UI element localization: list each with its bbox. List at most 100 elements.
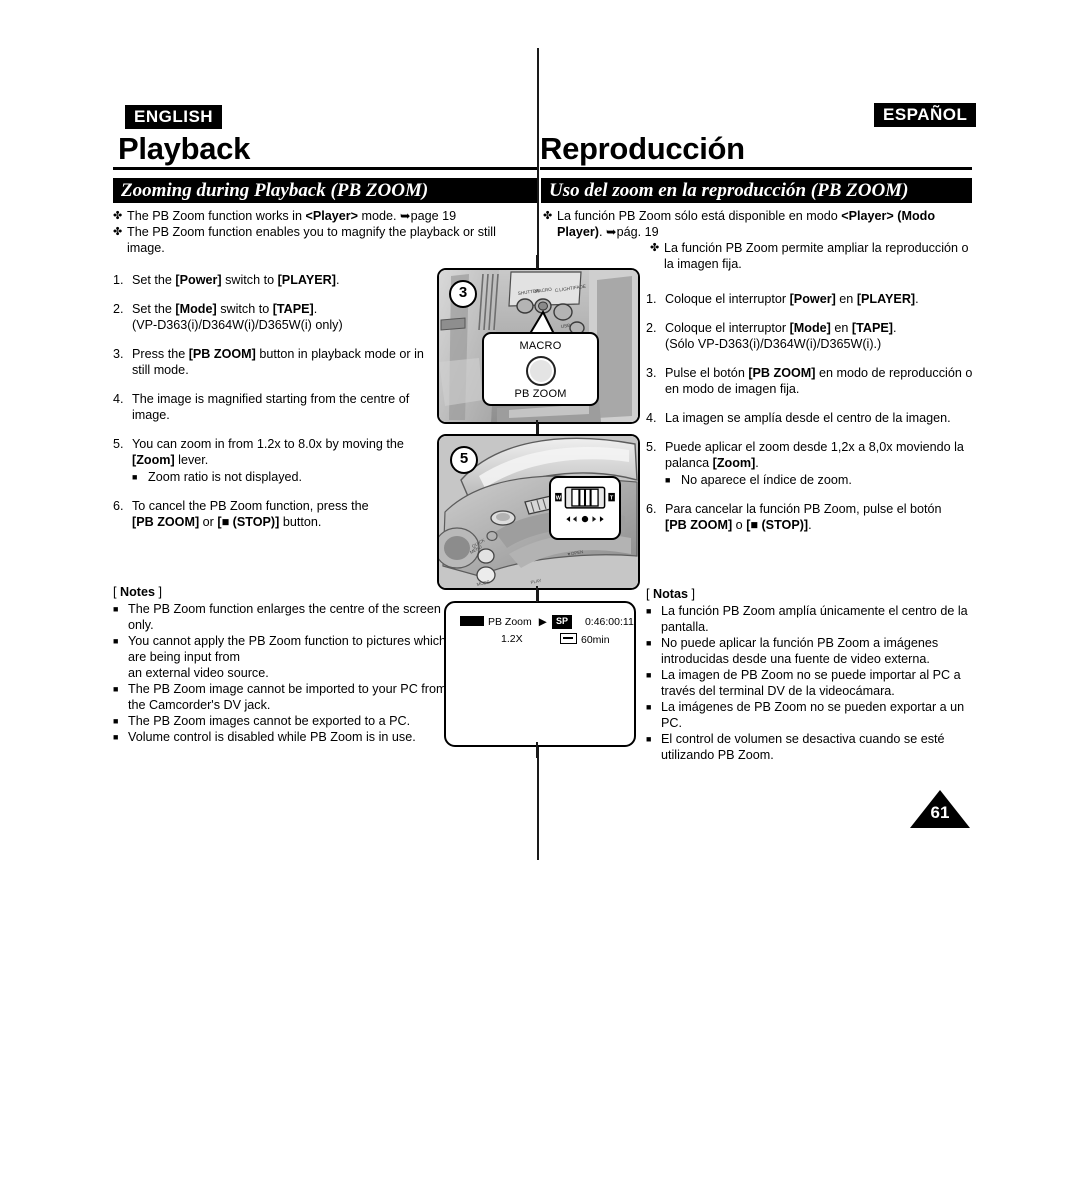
- bullet-text: The PB Zoom function enables you to magn…: [127, 225, 496, 255]
- svg-text:W: W: [556, 496, 562, 502]
- connector-tick: [536, 586, 538, 602]
- figure-5-step-badge: 5: [450, 446, 478, 474]
- rule-spanish: [540, 167, 972, 170]
- play-indicator-icon: ▶: [538, 616, 547, 628]
- note-item: ■ La función PB Zoom amplía únicamente e…: [646, 603, 976, 635]
- steps-english: 1. Set the [Power] switch to [PLAYER]. 2…: [113, 272, 428, 543]
- clover-bullet-icon: ✤: [650, 242, 660, 254]
- note-text: Volume control is disabled while PB Zoom…: [128, 730, 416, 744]
- figure-5-zoom-lever: QUICK MENU MODE PLAY ▼OPEN W T 5: [437, 434, 640, 590]
- bullet-item: ✤ La función PB Zoom permite ampliar la …: [650, 240, 975, 272]
- clover-bullet-icon: ✤: [113, 226, 123, 238]
- step-text: Press the [PB ZOOM] button in playback m…: [132, 347, 424, 377]
- substep-text: Zoom ratio is not displayed.: [148, 470, 302, 484]
- intro-bullets-english: ✤ The PB Zoom function works in <Player>…: [113, 208, 533, 256]
- figure-5-callout-bubble: W T: [549, 476, 621, 540]
- step-text: You can zoom in from 1.2x to 8.0x by mov…: [132, 436, 428, 485]
- note-text: La imagen de PB Zoom no se puede importa…: [661, 668, 961, 698]
- note-item: ■ La imágenes de PB Zoom no se pueden ex…: [646, 699, 976, 731]
- note-item: ■ No puede aplicar la función PB Zoom a …: [646, 635, 976, 667]
- step-item: 3. Press the [PB ZOOM] button in playbac…: [113, 346, 428, 378]
- step-number: 5.: [646, 440, 657, 454]
- note-text: El control de volumen se desactiva cuand…: [661, 732, 945, 762]
- callout-label-pbzoom: PB ZOOM: [514, 388, 567, 400]
- step-item: 1. Set the [Power] switch to [PLAYER].: [113, 272, 428, 288]
- square-bullet-icon: ■: [113, 636, 119, 646]
- notes-heading: [ Notas ]: [646, 587, 695, 601]
- note-text: La imágenes de PB Zoom no se pueden expo…: [661, 700, 965, 730]
- square-bullet-icon: ■: [646, 606, 652, 616]
- step-number: 6.: [646, 502, 657, 516]
- chapter-title-english: Playback: [118, 131, 251, 166]
- step-text: Pulse el botón [PB ZOOM] en modo de repr…: [665, 366, 973, 396]
- step-item: 5. You can zoom in from 1.2x to 8.0x by …: [113, 436, 428, 485]
- connector-tick: [536, 742, 538, 758]
- lcd-zoom-ratio: 1.2X: [501, 633, 523, 645]
- note-item: ■ You cannot apply the PB Zoom function …: [113, 633, 453, 681]
- notes-heading: [ Notes ]: [113, 585, 162, 599]
- figure-3-step-badge: 3: [449, 280, 477, 308]
- bullet-item: ✤ The PB Zoom function enables you to ma…: [113, 224, 533, 256]
- step-item: 6. Para cancelar la función PB Zoom, pul…: [646, 501, 976, 533]
- substep-item: ■ Zoom ratio is not displayed.: [132, 469, 428, 485]
- step-text: Set the [Power] switch to [PLAYER].: [132, 273, 340, 287]
- step-number: 4.: [113, 392, 124, 406]
- callout-label-macro: MACRO: [519, 340, 562, 352]
- step-text: La imagen se amplía desde el centro de l…: [665, 411, 951, 425]
- lcd-osd-display: PB Zoom ▶ 1.2X SP 0:46:00:11 60min: [444, 601, 636, 747]
- clover-bullet-icon: ✤: [113, 210, 123, 222]
- macro-pbzoom-button-icon: [525, 356, 556, 386]
- note-item: ■ La imagen de PB Zoom no se puede impor…: [646, 667, 976, 699]
- step-number: 4.: [646, 411, 657, 425]
- lcd-left-group: PB Zoom ▶: [460, 616, 547, 628]
- square-bullet-icon: ■: [113, 716, 119, 726]
- chapter-title-spanish: Reproducción: [540, 131, 745, 166]
- step-number: 2.: [113, 302, 124, 316]
- notes-english: [ Notes ] ■ The PB Zoom function enlarge…: [113, 584, 453, 745]
- step-item: 1. Coloque el interruptor [Power] en [PL…: [646, 291, 976, 307]
- step-text: Coloque el interruptor [Power] en [PLAYE…: [665, 292, 919, 306]
- record-mode-badge: SP: [552, 615, 573, 629]
- step-text: The image is magnified starting from the…: [132, 392, 410, 422]
- step-number: 5.: [113, 437, 124, 451]
- step-text: To cancel the PB Zoom function, press th…: [132, 499, 369, 529]
- lcd-mode-label: PB Zoom: [488, 616, 532, 628]
- substep-item: ■ No aparece el índice de zoom.: [665, 472, 976, 488]
- square-bullet-icon: ■: [113, 604, 119, 614]
- step-item: 2. Set the [Mode] switch to [TAPE]. (VP-…: [113, 301, 428, 333]
- square-bullet-icon: ■: [113, 732, 119, 742]
- step-number: 3.: [646, 366, 657, 380]
- lcd-right-group-bottom: 60min: [560, 633, 610, 646]
- page-number: 61: [930, 803, 950, 822]
- note-item: ■ The PB Zoom images cannot be exported …: [113, 713, 453, 729]
- section-banner-spanish: Uso del zoom en la reproducción (PB ZOOM…: [541, 178, 972, 203]
- intro-bullet2-spanish: ✤ La función PB Zoom permite ampliar la …: [650, 240, 975, 272]
- manual-page: ENGLISH Playback Zooming during Playback…: [0, 0, 1080, 1177]
- note-text: No puede aplicar la función PB Zoom a im…: [661, 636, 939, 666]
- zoom-lever-diagram: W T: [555, 486, 615, 523]
- steps-spanish: 1. Coloque el interruptor [Power] en [PL…: [646, 291, 976, 546]
- notes-spanish: [ Notas ] ■ La función PB Zoom amplía ún…: [646, 586, 976, 763]
- page-number-badge: 61: [910, 790, 970, 830]
- step-number: 1.: [113, 273, 124, 287]
- square-bullet-icon: ■: [646, 702, 652, 712]
- square-bullet-icon: ■: [113, 684, 119, 694]
- intro-bullets-spanish: ✤ La función PB Zoom sólo está disponibl…: [543, 208, 973, 240]
- note-text: You cannot apply the PB Zoom function to…: [128, 634, 447, 680]
- substep-text: No aparece el índice de zoom.: [681, 473, 852, 487]
- tape-icon: [560, 633, 577, 644]
- language-badge-english: ENGLISH: [123, 103, 225, 131]
- clover-bullet-icon: ✤: [543, 210, 553, 222]
- language-badge-spanish: ESPAÑOL: [872, 101, 979, 129]
- step-item: 4. La imagen se amplía desde el centro d…: [646, 410, 976, 426]
- note-item: ■ The PB Zoom function enlarges the cent…: [113, 601, 453, 633]
- lcd-right-group-top: SP 0:46:00:11: [552, 615, 634, 629]
- note-text: The PB Zoom function enlarges the centre…: [128, 602, 441, 632]
- note-item: ■ El control de volumen se desactiva cua…: [646, 731, 976, 763]
- connector-tick: [536, 420, 538, 434]
- square-bullet-icon: ■: [132, 472, 138, 482]
- step-number: 6.: [113, 499, 124, 513]
- step-text: Set the [Mode] switch to [TAPE]. (VP-D36…: [132, 302, 343, 332]
- square-bullet-icon: ■: [646, 734, 652, 744]
- step-number: 3.: [113, 347, 124, 361]
